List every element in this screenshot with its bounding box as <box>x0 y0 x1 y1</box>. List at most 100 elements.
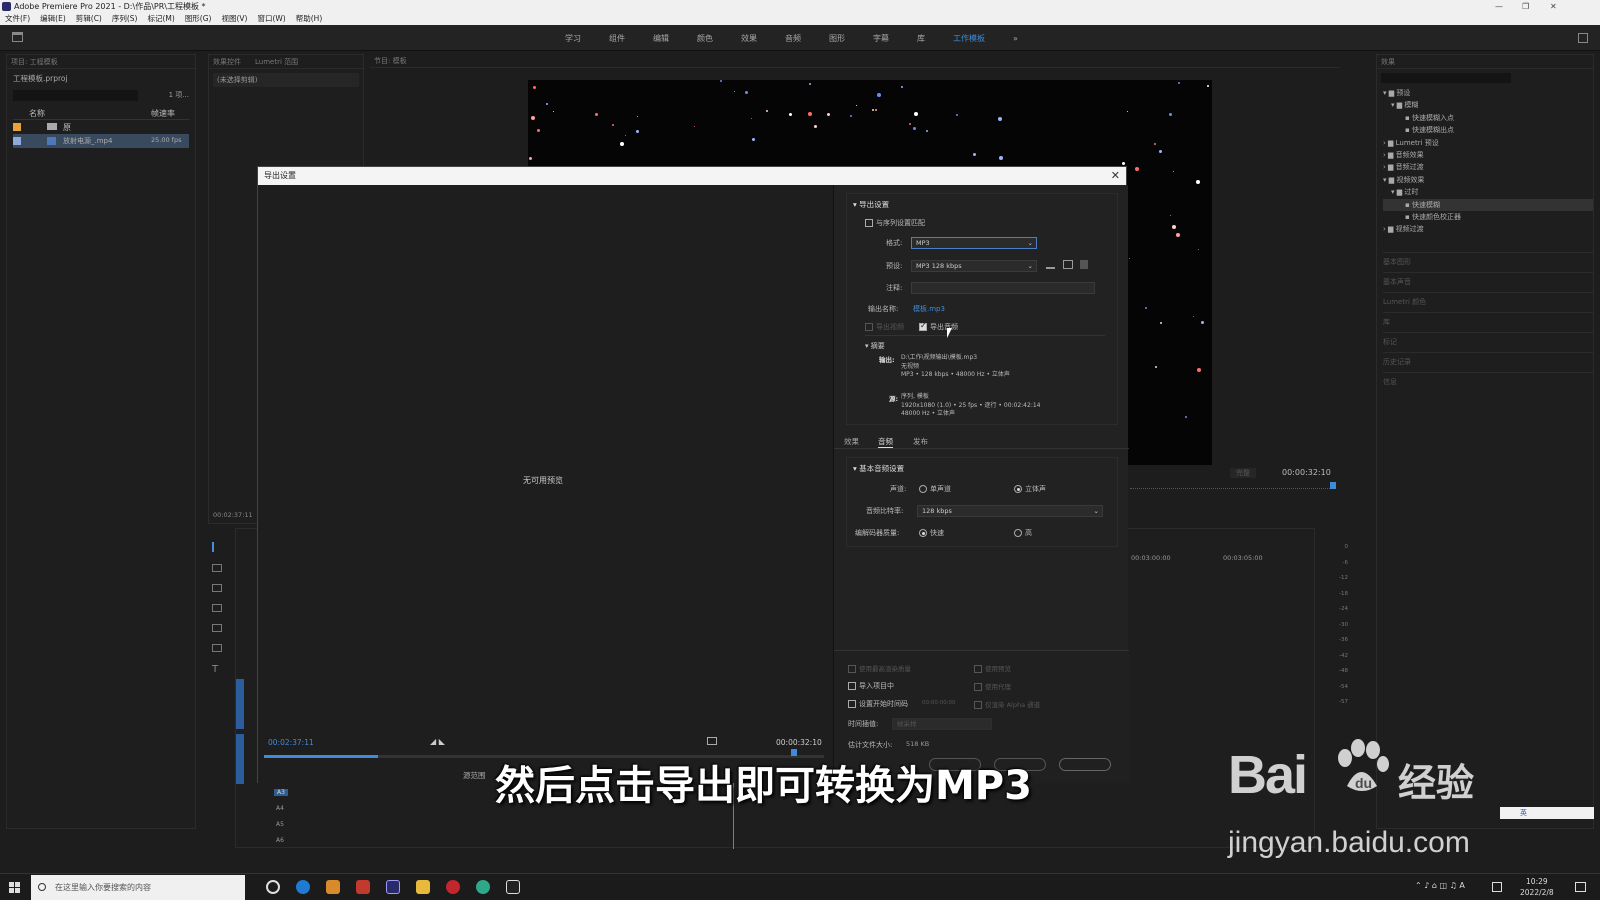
menu-markers[interactable]: 标记(M) <box>147 13 174 25</box>
browser-icon[interactable] <box>476 880 490 894</box>
tab-publish[interactable]: 发布 <box>913 436 928 447</box>
edge-icon[interactable] <box>296 880 310 894</box>
share-icon[interactable] <box>1578 33 1588 43</box>
video-track-target[interactable] <box>236 679 244 729</box>
ripple-edit-tool-icon[interactable] <box>212 584 222 592</box>
menu-graphics[interactable]: 图形(G) <box>185 13 212 25</box>
save-preset-icon[interactable] <box>1046 260 1055 269</box>
tray-app-icon[interactable] <box>1492 882 1502 892</box>
capcut-icon[interactable] <box>506 880 520 894</box>
quality-fast-radio[interactable]: 快速 <box>919 528 944 538</box>
menu-clip[interactable]: 剪辑(C) <box>76 13 102 25</box>
track-a5-label[interactable]: A5 <box>276 821 284 828</box>
track-a3-label[interactable]: A3 <box>274 789 288 796</box>
home-icon[interactable] <box>12 32 23 42</box>
tree-item[interactable]: › ▆ 音频效果 <box>1383 149 1593 161</box>
panel-lumetri-color[interactable]: Lumetri 颜色 <box>1383 291 1593 312</box>
program-timecode[interactable]: 00:00:32:10 <box>1282 468 1331 477</box>
recorder-icon[interactable] <box>446 880 460 894</box>
panel-info[interactable]: 信息 <box>1383 371 1593 392</box>
import-preset-icon[interactable] <box>1063 260 1073 269</box>
tab-libraries[interactable]: 库 <box>917 33 925 44</box>
tab-graphics[interactable]: 图形 <box>829 33 845 44</box>
tab-color[interactable]: 颜色 <box>697 33 713 44</box>
effect-controls-timecode[interactable]: 00:02:37:11 <box>213 511 253 519</box>
tab-effect-controls[interactable]: 效果控件 <box>213 55 241 68</box>
program-time-ruler[interactable] <box>1130 486 1330 489</box>
panel-essential-sound[interactable]: 基本声音 <box>1383 271 1593 292</box>
set-start-timecode-checkbox[interactable]: 设置开始时间码 <box>848 699 908 709</box>
tab-effects-export[interactable]: 效果 <box>844 436 859 447</box>
export-audio-checkbox[interactable]: 导出音频 <box>919 321 958 332</box>
tree-item[interactable]: › ▆ 音频过渡 <box>1383 161 1593 173</box>
panel-markers[interactable]: 标记 <box>1383 331 1593 352</box>
tab-learning[interactable]: 学习 <box>565 33 581 44</box>
project-search-input[interactable] <box>13 90 138 101</box>
type-tool-icon[interactable]: T <box>212 664 226 675</box>
effects-panel-header[interactable]: 效果 <box>1377 55 1593 69</box>
tab-captions[interactable]: 字幕 <box>873 33 889 44</box>
audio-track-header[interactable]: A6 <box>236 835 376 851</box>
export-video-checkbox[interactable]: 导出视频 <box>865 322 904 332</box>
panel-history[interactable]: 历史记录 <box>1383 351 1593 372</box>
export-settings-heading[interactable]: ▾ 导出设置 <box>853 199 889 210</box>
tab-assembly[interactable]: 组件 <box>609 33 625 44</box>
close-window-button[interactable]: ✕ <box>1550 0 1557 13</box>
source-range-selection[interactable] <box>264 755 378 758</box>
mono-radio[interactable]: 单声道 <box>919 484 951 494</box>
tab-work-template[interactable]: 工作模板 <box>953 33 985 44</box>
audio-track-header[interactable]: A3 <box>236 787 376 803</box>
panel-essential-graphics[interactable]: 基本图形 <box>1383 251 1593 272</box>
column-framerate-header[interactable]: 帧速率 <box>151 108 175 119</box>
column-name-header[interactable]: 名称 <box>29 108 45 119</box>
razor-tool-icon[interactable] <box>212 604 222 612</box>
audio-track-header[interactable]: A5 <box>236 819 376 835</box>
tree-item[interactable]: ▾ ▆ 模糊 <box>1383 99 1593 111</box>
menu-window[interactable]: 窗口(W) <box>257 13 285 25</box>
menu-file[interactable]: 文件(F) <box>5 13 30 25</box>
use-proxies-checkbox[interactable]: 使用代理 <box>974 681 1011 691</box>
menu-help[interactable]: 帮助(H) <box>296 13 323 25</box>
menu-sequence[interactable]: 序列(S) <box>112 13 138 25</box>
tree-item[interactable]: ▪ 快速模糊出点 <box>1383 124 1593 136</box>
tree-item[interactable]: ▾ ▆ 过时 <box>1383 186 1593 198</box>
minimize-button[interactable]: — <box>1495 0 1503 13</box>
effects-search-input[interactable] <box>1381 73 1511 83</box>
export-button[interactable] <box>1059 758 1111 771</box>
audio-track-header[interactable]: A4 <box>236 803 376 819</box>
menu-view[interactable]: 视图(V) <box>221 13 247 25</box>
project-panel-header[interactable]: 项目: 工程模板 <box>7 55 195 69</box>
tree-item[interactable]: ▾ ▆ 预设 <box>1383 87 1593 99</box>
fit-view-icon[interactable] <box>707 737 717 745</box>
tab-audio-export[interactable]: 音频 <box>878 436 893 448</box>
output-name-link[interactable]: 模板.mp3 <box>913 304 945 314</box>
windows-start-icon[interactable] <box>9 882 20 893</box>
mark-in-out-icons[interactable]: ◢ ◣ <box>430 737 445 746</box>
pen-tool-icon[interactable] <box>212 624 222 632</box>
maximize-button[interactable]: ❐ <box>1522 0 1529 13</box>
cortana-icon[interactable] <box>266 880 280 894</box>
tree-item[interactable]: › ▆ 视频过渡 <box>1383 223 1593 235</box>
match-sequence-checkbox[interactable]: 与序列设置匹配 <box>865 218 925 228</box>
render-alpha-checkbox[interactable]: 仅渲染 Alpha 通道 <box>974 699 1040 709</box>
system-tray-icons[interactable]: ⌃ ♪ ⌂ ◫ ♫ A <box>1415 881 1465 890</box>
tab-effects[interactable]: 效果 <box>741 33 757 44</box>
tab-audio[interactable]: 音频 <box>785 33 801 44</box>
delete-preset-icon[interactable] <box>1080 260 1088 269</box>
time-interpolation-dropdown[interactable]: 帧采样 <box>892 718 992 730</box>
fit-dropdown[interactable]: 完整 <box>1230 468 1256 478</box>
tree-item[interactable]: › ▆ Lumetri 预设 <box>1383 137 1593 149</box>
tree-item[interactable]: ▪ 快速模糊 <box>1383 198 1593 212</box>
stereo-radio[interactable]: 立体声 <box>1014 484 1046 494</box>
tree-item[interactable]: ▪ 快速颜色校正器 <box>1383 211 1593 223</box>
track-a4-label[interactable]: A4 <box>276 805 284 812</box>
import-into-project-checkbox[interactable]: 导入项目中 <box>848 681 894 691</box>
max-render-quality-checkbox[interactable]: 使用最高渲染质量 <box>848 663 911 673</box>
preview-timecode-current[interactable]: 00:02:37:11 <box>268 738 314 747</box>
tab-editing[interactable]: 编辑 <box>653 33 669 44</box>
comments-input[interactable] <box>911 282 1095 294</box>
use-previews-checkbox[interactable]: 使用预览 <box>974 663 1011 673</box>
premiere-taskbar-icon[interactable] <box>386 880 400 894</box>
program-playhead[interactable] <box>1330 482 1336 489</box>
notification-icon[interactable] <box>1575 882 1586 892</box>
